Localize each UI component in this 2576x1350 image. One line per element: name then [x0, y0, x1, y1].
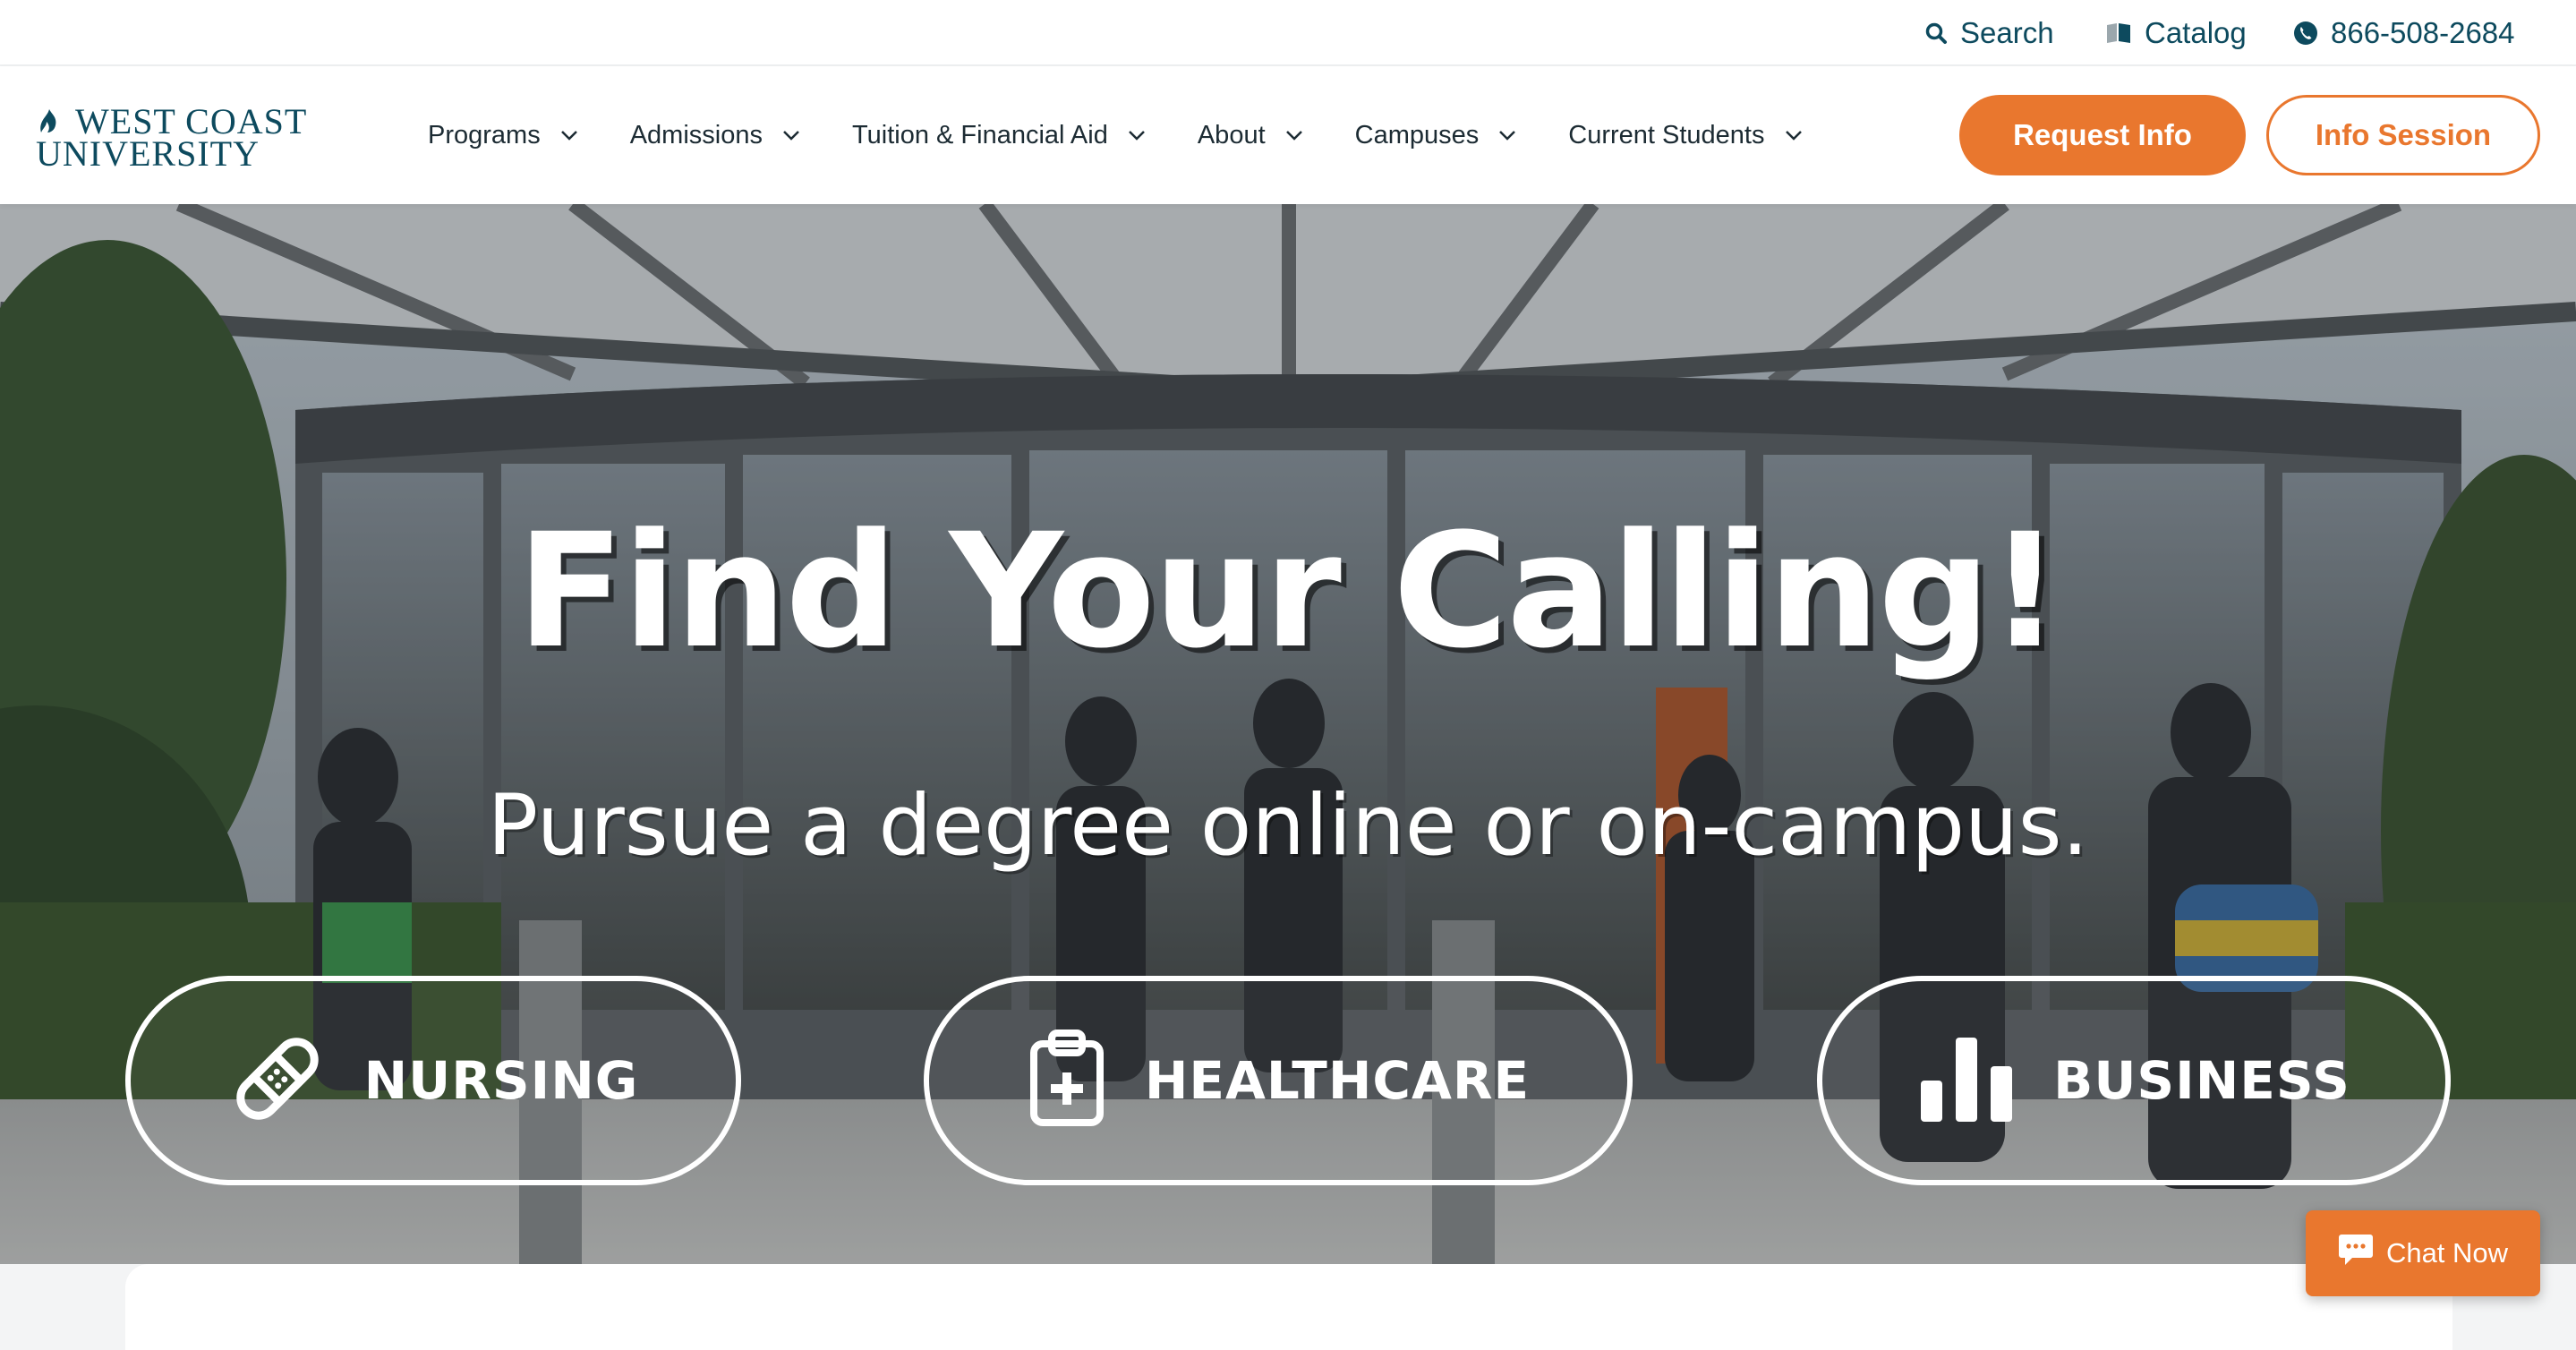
nav-label: Admissions: [629, 120, 763, 150]
clipboard-plus-icon: [1027, 1029, 1107, 1132]
chevron-down-icon: [1128, 130, 1146, 141]
chevron-down-icon: [560, 130, 578, 141]
nav-label: About: [1197, 120, 1266, 150]
healthcare-program-button[interactable]: HEALTHCARE: [924, 976, 1633, 1185]
search-icon: [1924, 21, 1948, 45]
hero-title: Find Your Calling!: [516, 500, 2060, 683]
nav-label: Tuition & Financial Aid: [851, 120, 1108, 150]
nav-label: Campuses: [1354, 120, 1480, 150]
healthcare-label: HEALTHCARE: [1144, 1050, 1531, 1111]
phone-number: 866-508-2684: [2331, 16, 2515, 49]
main-header: WEST COAST UNIVERSITY Programs Admission…: [0, 66, 2576, 204]
logo[interactable]: WEST COAST UNIVERSITY: [36, 100, 313, 174]
catalog-link[interactable]: Catalog: [2105, 0, 2247, 66]
content-card: [125, 1264, 2452, 1350]
hero-banner: Find Your Calling! Pursue a degree onlin…: [0, 204, 2576, 1264]
main-nav: Programs Admissions Tuition & Financial …: [428, 66, 1855, 204]
chat-now-button[interactable]: Chat Now: [2306, 1210, 2540, 1296]
utility-bar: Search Catalog 866-508-2684: [0, 0, 2576, 66]
chevron-down-icon: [1498, 130, 1516, 141]
business-program-button[interactable]: BUSINESS: [1817, 976, 2451, 1185]
phone-icon: [2293, 21, 2318, 46]
phone-link[interactable]: 866-508-2684: [2293, 0, 2515, 66]
info-session-button[interactable]: Info Session: [2266, 95, 2540, 175]
chevron-down-icon: [782, 130, 800, 141]
nav-label: Current Students: [1568, 120, 1765, 150]
catalog-label: Catalog: [2145, 16, 2247, 49]
request-info-button[interactable]: Request Info: [1959, 95, 2246, 175]
chat-label: Chat Now: [2385, 1237, 2509, 1269]
nav-label: Programs: [428, 120, 541, 150]
nav-item-programs[interactable]: Programs: [428, 121, 578, 150]
chevron-down-icon: [1785, 130, 1803, 141]
nursing-label: NURSING: [363, 1050, 639, 1111]
nav-item-tuition[interactable]: Tuition & Financial Aid: [852, 121, 1146, 150]
nav-item-about[interactable]: About: [1198, 121, 1303, 150]
book-icon: [2105, 21, 2132, 45]
nursing-program-button[interactable]: NURSING: [125, 976, 741, 1185]
search-link[interactable]: Search: [1924, 0, 2054, 66]
nav-item-current-students[interactable]: Current Students: [1568, 121, 1802, 150]
hero-subtitle: Pursue a degree online or on-campus.: [487, 777, 2089, 875]
logo-text-line2: UNIVERSITY: [36, 133, 260, 174]
nav-item-admissions[interactable]: Admissions: [630, 121, 800, 150]
bandage-icon: [228, 1030, 327, 1132]
chevron-down-icon: [1285, 130, 1303, 141]
chat-bubble-icon: [2338, 1233, 2374, 1274]
bar-chart-icon: [1917, 1034, 2016, 1128]
business-label: BUSINESS: [2053, 1050, 2350, 1111]
search-label: Search: [1960, 16, 2054, 49]
nav-item-campuses[interactable]: Campuses: [1355, 121, 1517, 150]
